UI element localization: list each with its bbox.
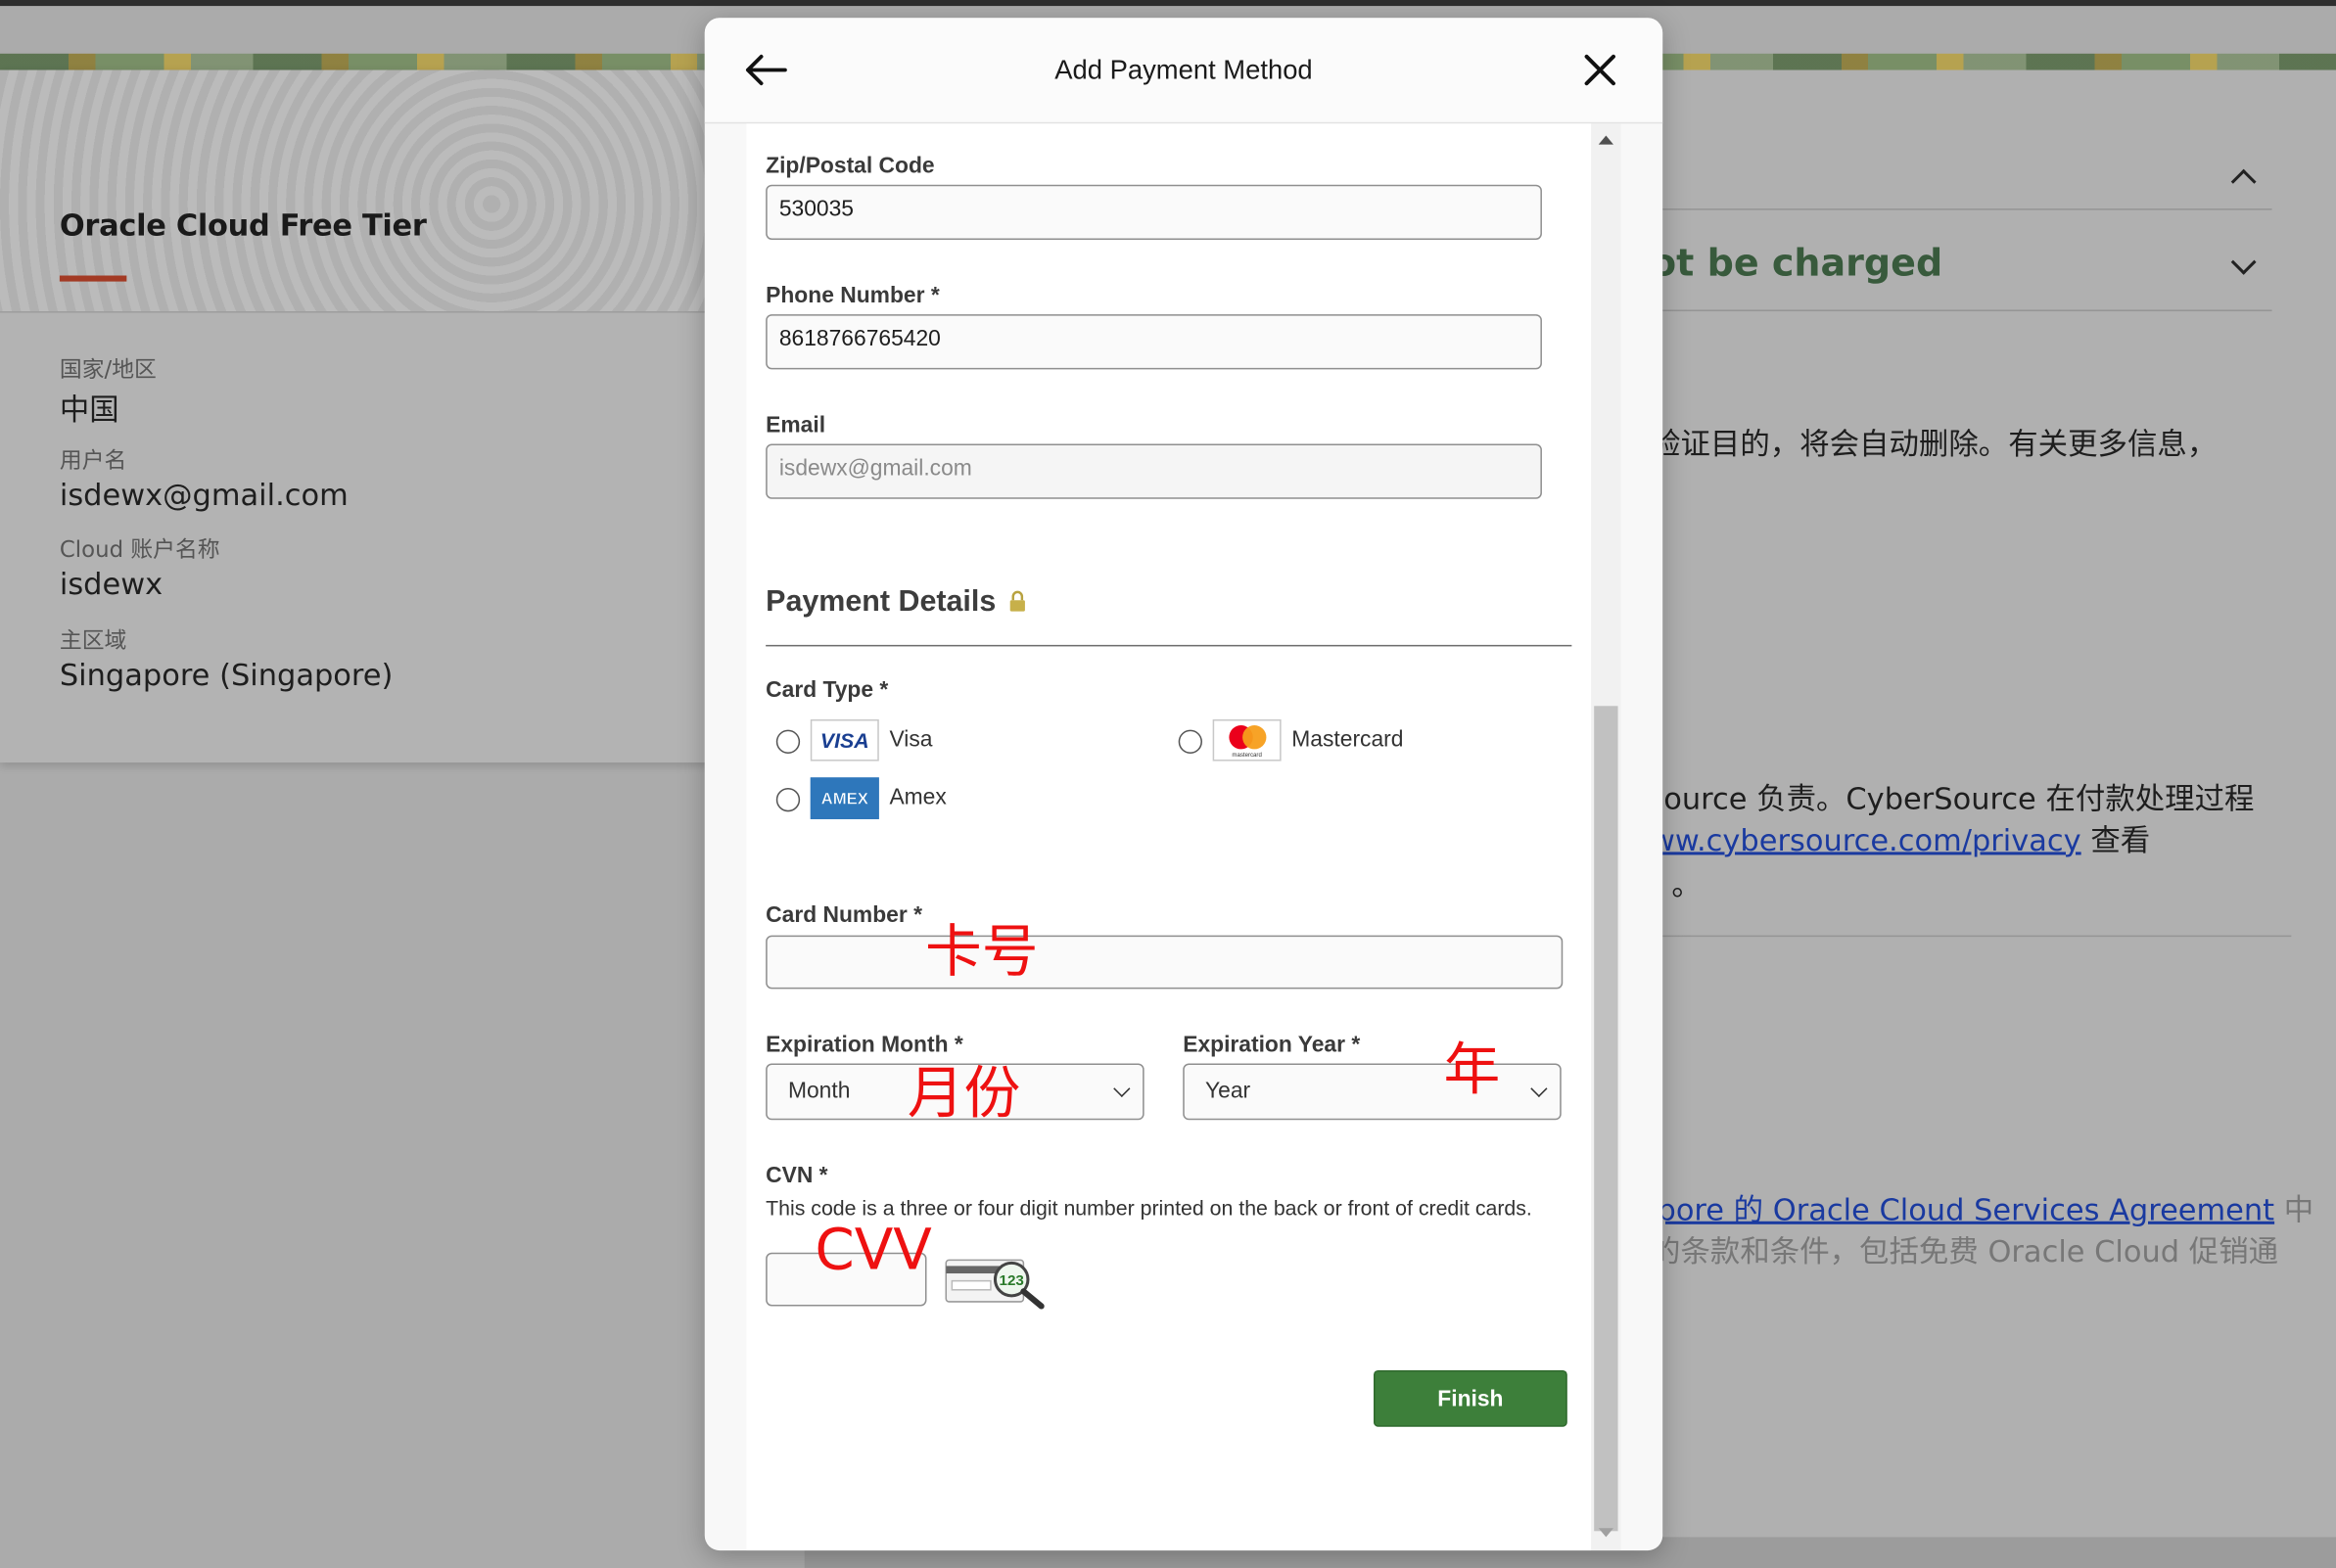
mastercard-logo-text: mastercard xyxy=(1232,752,1261,759)
amex-radio[interactable] xyxy=(775,787,801,812)
scroll-up-arrow-icon[interactable] xyxy=(1598,135,1613,145)
exp-year-select[interactable]: Year xyxy=(1183,1063,1562,1121)
screen: Oracle Cloud Free Tier 国家/地区 中国 用户名 isde… xyxy=(0,0,2336,1568)
payment-details-text: Payment Details xyxy=(766,585,997,619)
period-text: 。 xyxy=(1671,866,1702,903)
cvv-annotation: CVV xyxy=(815,1217,932,1283)
cloud-account-label: Cloud 账户名称 xyxy=(59,535,220,564)
cybersource-privacy-line: ww.cybersource.com/privacy 查看 xyxy=(1651,816,2150,859)
username-value: isdewx@gmail.com xyxy=(59,476,349,513)
services-agreement-link[interactable]: apore 的 Oracle Cloud Services Agreement xyxy=(1639,1191,2274,1227)
card-number-annotation: 卡号 xyxy=(924,918,1039,985)
home-region-value: Singapore (Singapore) xyxy=(59,657,394,693)
payment-details-heading: Payment Details xyxy=(766,585,1026,622)
privacy-suffix: 查看 xyxy=(2080,821,2151,858)
mastercard-radio[interactable] xyxy=(1178,729,1202,754)
scroll-down-arrow-icon[interactable] xyxy=(1598,1528,1613,1538)
card-title: Oracle Cloud Free Tier xyxy=(59,207,427,244)
exp-year-label: Expiration Year * xyxy=(1183,1032,1361,1058)
amex-logo-text: AMEX xyxy=(821,790,868,808)
cvn-icon-text: 123 xyxy=(1000,1272,1024,1289)
amex-label: Amex xyxy=(889,784,947,810)
divider xyxy=(1654,309,2272,312)
scrollbar-thumb[interactable] xyxy=(1594,706,1618,1532)
finish-button[interactable]: Finish xyxy=(1373,1369,1567,1427)
cybersource-privacy-link[interactable]: ww.cybersource.com/privacy xyxy=(1651,822,2081,858)
chevron-down-icon xyxy=(1530,1080,1548,1097)
not-charged-heading: ot be charged xyxy=(1651,241,1943,285)
dialog-scrollbar[interactable] xyxy=(1591,123,1621,1551)
home-region-label: 主区域 xyxy=(59,626,127,655)
mastercard-logo-icon: mastercard xyxy=(1212,718,1282,761)
dialog-header: Add Payment Method xyxy=(704,18,1663,124)
dialog-form: Zip/Postal Code 530035 Phone Number * 86… xyxy=(746,123,1592,1551)
visa-logo-icon: VISA xyxy=(810,718,879,761)
zip-label: Zip/Postal Code xyxy=(766,153,935,179)
card-back-cvn-icon: 123 xyxy=(943,1248,1051,1311)
chevron-down-icon xyxy=(1113,1080,1131,1097)
exp-month-value: Month xyxy=(787,1078,851,1104)
phone-input[interactable]: 8618766765420 xyxy=(766,314,1542,370)
username-label: 用户名 xyxy=(59,446,127,474)
country-value: 中国 xyxy=(59,392,119,428)
phone-label: Phone Number * xyxy=(766,283,940,308)
divider xyxy=(1654,208,2272,210)
info-text-delete: 验证目的，将会自动删除。有关更多信息， xyxy=(1651,426,2218,462)
close-icon[interactable] xyxy=(1581,51,1620,90)
dialog-title: Add Payment Method xyxy=(1054,55,1313,85)
amex-logo-icon: AMEX xyxy=(810,777,879,819)
section-divider xyxy=(766,644,1572,647)
card-type-label: Card Type * xyxy=(766,677,889,704)
mastercard-label: Mastercard xyxy=(1291,726,1404,753)
add-payment-method-dialog: Add Payment Method Zip/Postal Code 53003… xyxy=(704,18,1663,1551)
country-label: 国家/地区 xyxy=(59,355,157,384)
card-number-input[interactable] xyxy=(766,935,1564,990)
terms-text: 的条款和条件，包括免费 Oracle Cloud 促销通 xyxy=(1651,1232,2279,1269)
month-annotation: 月份 xyxy=(907,1060,1021,1127)
divider xyxy=(1654,935,2292,938)
visa-logo-text: VISA xyxy=(820,729,869,753)
cvn-label: CVN * xyxy=(766,1163,828,1189)
exp-year-value: Year xyxy=(1205,1078,1251,1104)
agreement-line: apore 的 Oracle Cloud Services Agreement … xyxy=(1639,1185,2313,1228)
email-label: Email xyxy=(766,412,826,438)
email-input[interactable]: isdewx@gmail.com xyxy=(766,443,1542,499)
info-text-cybersource: Source 负责。CyberSource 在付款处理过程 xyxy=(1644,780,2255,816)
zip-input[interactable]: 530035 xyxy=(766,184,1542,240)
cloud-account-value: isdewx xyxy=(59,566,164,602)
agreement-suffix: 中 xyxy=(2274,1191,2314,1227)
year-annotation: 年 xyxy=(1443,1037,1501,1103)
card-number-label: Card Number * xyxy=(766,902,922,929)
account-summary-card: Oracle Cloud Free Tier 国家/地区 中国 用户名 isde… xyxy=(0,69,716,763)
browser-top-edge xyxy=(0,0,2336,7)
lock-icon xyxy=(1008,587,1026,622)
visa-label: Visa xyxy=(889,726,933,753)
visa-radio[interactable] xyxy=(775,729,801,754)
title-accent-bar xyxy=(59,275,127,282)
